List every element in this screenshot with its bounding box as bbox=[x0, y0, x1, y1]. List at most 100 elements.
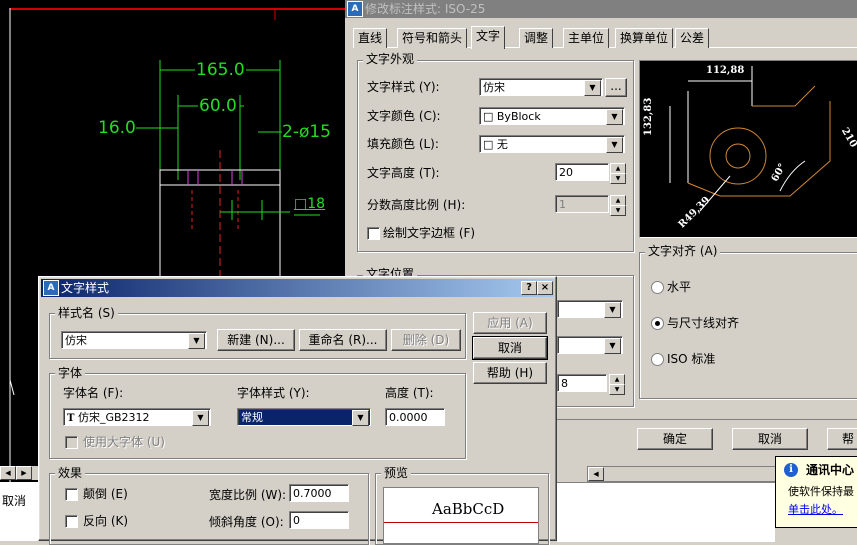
preview-dim-left: 132,83 bbox=[643, 97, 654, 136]
spin-down-icon[interactable]: ▼ bbox=[610, 205, 626, 216]
style-name-label: 样式名 (S) bbox=[55, 306, 118, 320]
tab-text[interactable]: 文字 bbox=[471, 26, 506, 49]
dim-preview-drawing bbox=[669, 66, 831, 212]
chevron-down-icon[interactable]: ▼ bbox=[192, 410, 209, 426]
status-text-area bbox=[557, 482, 775, 542]
tab-fit[interactable]: 调整 bbox=[519, 28, 554, 48]
spin-down-icon[interactable]: ▼ bbox=[610, 173, 626, 184]
text-style-titlebar[interactable]: A 文字样式 ? × bbox=[41, 279, 554, 297]
status-scrollbar[interactable]: ◀ bbox=[587, 466, 777, 482]
fraction-height-input[interactable]: 1 bbox=[555, 195, 609, 213]
bigfont-label: 使用大字体 (U) bbox=[83, 435, 165, 449]
new-style-button[interactable]: 新建 (N)... bbox=[217, 329, 295, 351]
chevron-down-icon[interactable]: ▼ bbox=[606, 137, 623, 153]
app-icon: A bbox=[43, 280, 59, 296]
effects-label: 效果 bbox=[55, 466, 86, 480]
modify-dialog-title: 修改标注样式: ISO-25 bbox=[365, 2, 486, 16]
style-name-select[interactable]: 仿宋 ▼ bbox=[61, 331, 207, 349]
horizontal-scrollbar[interactable]: ◀ ▶ bbox=[0, 466, 40, 480]
backwards-checkbox[interactable] bbox=[65, 515, 78, 528]
text-height-input[interactable]: 20 bbox=[555, 163, 609, 181]
upside-down-checkbox[interactable] bbox=[65, 488, 78, 501]
modify-dialog-titlebar[interactable]: A 修改标注样式: ISO-25 bbox=[345, 0, 857, 18]
font-style-select[interactable]: 常规 ▼ bbox=[237, 408, 371, 426]
chevron-down-icon[interactable]: ▼ bbox=[188, 333, 205, 349]
chevron-down-icon[interactable]: ▼ bbox=[604, 338, 621, 354]
chevron-down-icon[interactable]: ▼ bbox=[352, 410, 369, 426]
fill-color-value: □ 无 bbox=[483, 138, 508, 151]
text-style-label: 文字样式 (Y): bbox=[367, 80, 440, 94]
fraction-height-label: 分数高度比例 (H): bbox=[367, 198, 466, 212]
scroll-right-icon[interactable]: ▶ bbox=[16, 466, 32, 480]
text-style-browse-button[interactable]: ... bbox=[605, 78, 627, 97]
text-align-label: 文字对齐 (A) bbox=[645, 244, 721, 258]
offset-input[interactable]: 8 bbox=[557, 374, 607, 392]
preview-text: AaBbCcD bbox=[432, 500, 505, 518]
font-style-label: 字体样式 (Y): bbox=[237, 386, 310, 400]
chevron-down-icon[interactable]: ▼ bbox=[584, 80, 601, 96]
notification-balloon[interactable]: i 通讯中心 使软件保持最 单击此处。 bbox=[775, 456, 857, 528]
chevron-down-icon[interactable]: ▼ bbox=[604, 302, 621, 318]
horizontal-position-select[interactable]: ▼ bbox=[557, 336, 623, 354]
command-line-text: 取消 bbox=[2, 494, 27, 508]
apply-button[interactable]: 应用 (A) bbox=[473, 312, 547, 334]
rename-style-button[interactable]: 重命名 (R)... bbox=[299, 329, 387, 351]
notification-link[interactable]: 单击此处。 bbox=[788, 503, 843, 517]
spin-down-icon[interactable]: ▼ bbox=[609, 384, 625, 395]
oblique-angle-label: 倾斜角度 (O): bbox=[209, 515, 284, 529]
help-icon[interactable]: ? bbox=[521, 281, 537, 295]
draw-frame-checkbox[interactable] bbox=[367, 227, 380, 240]
delete-style-button[interactable]: 删除 (D) bbox=[391, 329, 461, 351]
height-input[interactable]: 0.0000 bbox=[385, 408, 445, 426]
command-line[interactable]: 取消 bbox=[0, 482, 40, 541]
chevron-down-icon[interactable]: ▼ bbox=[606, 109, 623, 125]
backwards-label: 反向 (K) bbox=[83, 514, 129, 528]
fill-color-select[interactable]: □ 无 ▼ bbox=[479, 135, 625, 153]
font-name-value: 仿宋_GB2312 bbox=[77, 411, 150, 424]
close-icon[interactable]: × bbox=[537, 281, 553, 295]
text-style-value: 仿宋 bbox=[483, 81, 505, 94]
text-height-label: 文字高度 (T): bbox=[367, 166, 440, 180]
tab-alternate-units[interactable]: 换算单位 bbox=[615, 28, 674, 48]
font-name-select[interactable]: T 仿宋_GB2312 ▼ bbox=[63, 408, 211, 426]
help-button[interactable]: 帮 bbox=[827, 428, 857, 450]
info-icon: i bbox=[784, 463, 798, 477]
notification-body: 使软件保持最 bbox=[788, 485, 854, 498]
scroll-left-icon[interactable]: ◀ bbox=[588, 467, 604, 481]
dim-diameter: 2-ø15 bbox=[282, 122, 331, 142]
help-button[interactable]: 帮助 (H) bbox=[473, 362, 547, 384]
oblique-angle-input[interactable]: 0 bbox=[289, 511, 349, 529]
truetype-icon: T bbox=[67, 413, 75, 424]
draw-frame-label: 绘制文字边框 (F) bbox=[383, 226, 476, 240]
cancel-button[interactable]: 取消 bbox=[472, 336, 548, 360]
dim-165: 165.0 bbox=[196, 60, 245, 80]
align-horizontal-radio[interactable] bbox=[651, 281, 664, 294]
width-factor-label: 宽度比例 (W): bbox=[209, 488, 287, 502]
ok-button[interactable]: 确定 bbox=[637, 428, 713, 450]
upside-down-label: 颠倒 (E) bbox=[83, 487, 128, 501]
text-color-label: 文字颜色 (C): bbox=[367, 109, 441, 123]
preview-baseline bbox=[384, 522, 538, 523]
bigfont-checkbox[interactable] bbox=[65, 436, 78, 449]
text-style-select[interactable]: 仿宋 ▼ bbox=[479, 78, 603, 96]
tab-symbols-arrows[interactable]: 符号和箭头 bbox=[397, 28, 468, 48]
text-color-select[interactable]: □ ByBlock ▼ bbox=[479, 107, 625, 125]
align-dimline-label: 与尺寸线对齐 bbox=[667, 316, 740, 330]
cancel-button[interactable]: 取消 bbox=[732, 428, 808, 450]
align-dimline-radio[interactable] bbox=[651, 317, 664, 330]
tab-lines[interactable]: 直线 bbox=[353, 28, 388, 48]
align-iso-label: ISO 标准 bbox=[667, 352, 716, 366]
tab-primary-units[interactable]: 主单位 bbox=[563, 28, 610, 48]
width-factor-input[interactable]: 0.7000 bbox=[289, 484, 349, 502]
scroll-left-icon[interactable]: ◀ bbox=[0, 466, 16, 480]
align-iso-radio[interactable] bbox=[651, 353, 664, 366]
align-horizontal-label: 水平 bbox=[667, 280, 692, 294]
vertical-position-select[interactable]: ▼ bbox=[557, 300, 623, 318]
dim-16: 16.0 bbox=[98, 118, 136, 138]
preview-dim-top: 112,88 bbox=[706, 65, 745, 76]
preview-label: 预览 bbox=[381, 466, 412, 480]
height-label: 高度 (T): bbox=[385, 386, 434, 400]
text-style-title: 文字样式 bbox=[61, 281, 110, 295]
app-icon: A bbox=[347, 1, 363, 17]
tab-tolerances[interactable]: 公差 bbox=[675, 28, 710, 48]
